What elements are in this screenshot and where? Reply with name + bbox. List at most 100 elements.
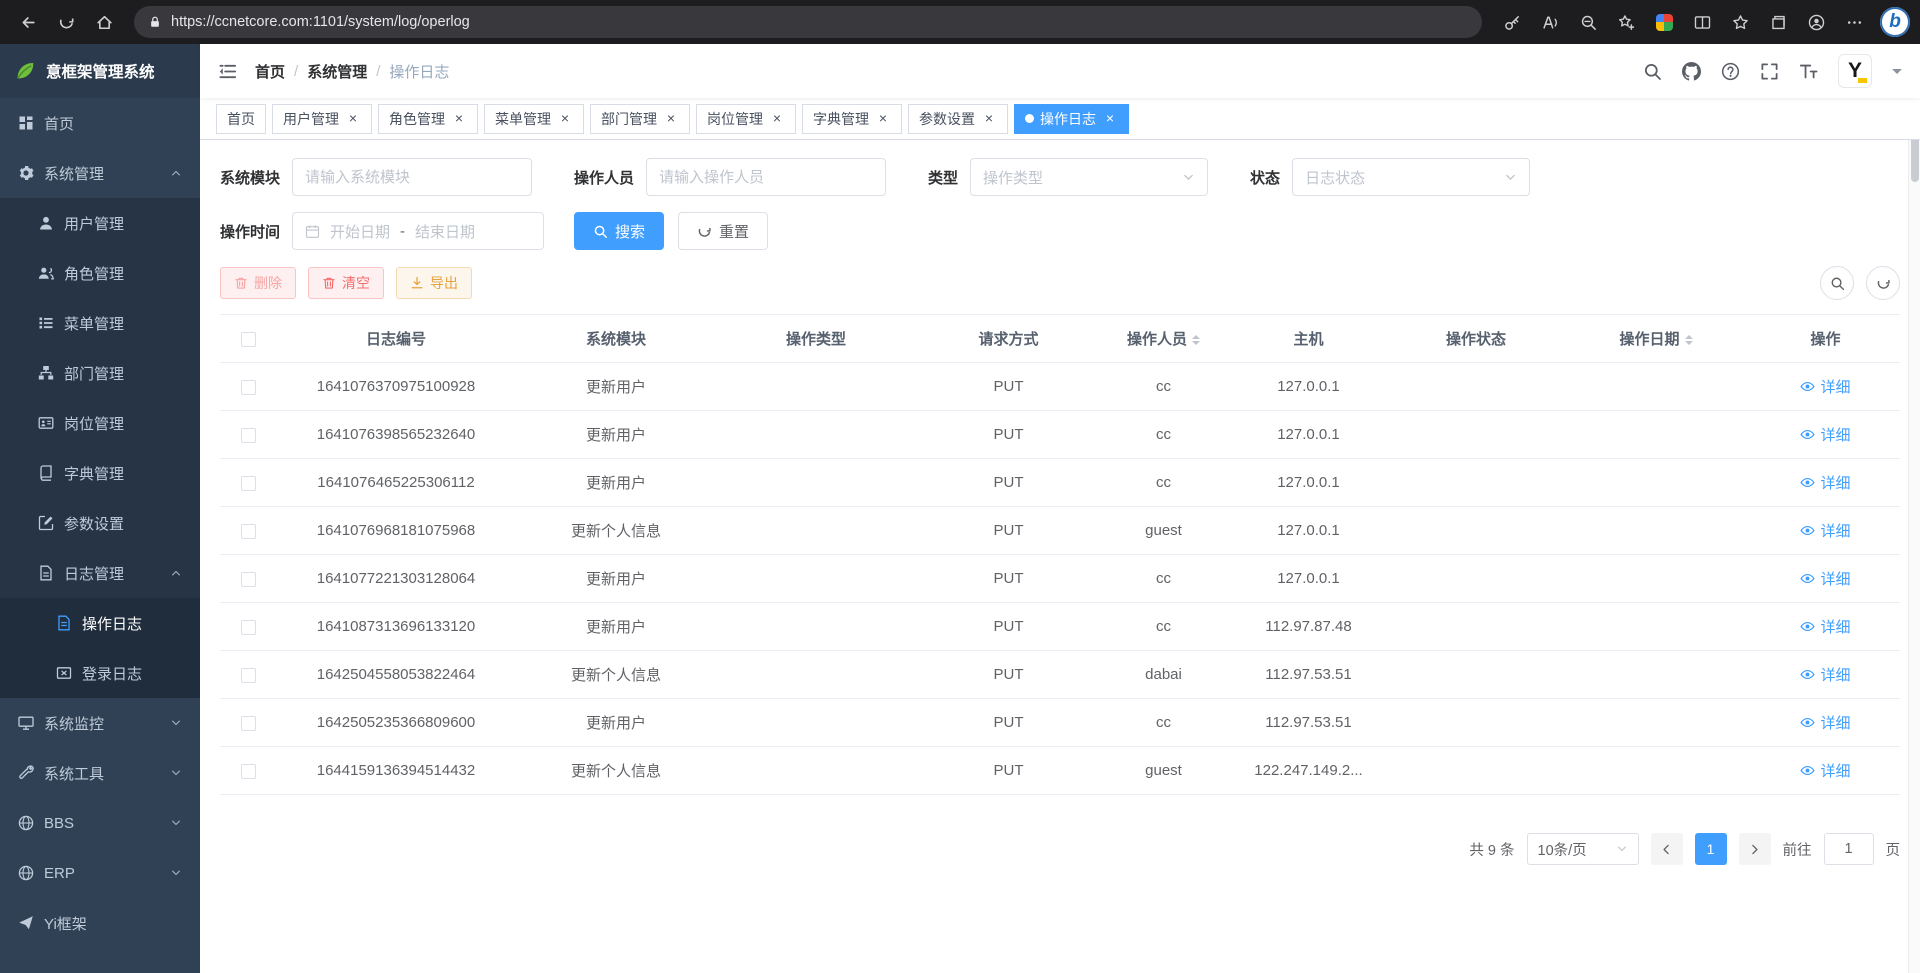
detail-link[interactable]: 详细	[1800, 472, 1850, 493]
tab-post-mgmt[interactable]: 岗位管理×	[696, 104, 796, 134]
row-checkbox[interactable]	[241, 620, 256, 635]
search-button[interactable]: 搜索	[574, 212, 664, 250]
detail-link[interactable]: 详细	[1800, 664, 1850, 685]
user-menu-caret-icon[interactable]	[1892, 69, 1902, 79]
browser-home-button[interactable]	[86, 4, 122, 40]
sort-icon[interactable]	[1685, 331, 1693, 349]
help-icon[interactable]	[1721, 62, 1740, 81]
date-range-picker[interactable]: 开始日期 - 结束日期	[292, 212, 544, 250]
detail-link[interactable]: 详细	[1800, 520, 1850, 541]
toggle-search-button[interactable]	[1820, 266, 1854, 300]
detail-link[interactable]: 详细	[1800, 616, 1850, 637]
row-checkbox[interactable]	[241, 476, 256, 491]
tab-role-mgmt[interactable]: 角色管理×	[378, 104, 478, 134]
detail-link[interactable]: 详细	[1800, 568, 1850, 589]
split-screen-icon[interactable]	[1684, 4, 1720, 40]
read-aloud-icon[interactable]	[1532, 4, 1568, 40]
page-number-button[interactable]: 1	[1695, 833, 1727, 865]
detail-link[interactable]: 详细	[1800, 424, 1850, 445]
search-icon[interactable]	[1643, 62, 1662, 81]
collections-icon[interactable]	[1760, 4, 1796, 40]
row-checkbox[interactable]	[241, 524, 256, 539]
tab-close-icon[interactable]: ×	[1102, 111, 1118, 127]
user-avatar[interactable]: Y	[1838, 54, 1872, 88]
detail-link[interactable]: 详细	[1800, 760, 1850, 781]
tab-close-icon[interactable]: ×	[663, 111, 679, 127]
column-header[interactable]: 操作日期	[1561, 315, 1751, 363]
sidebar-item-user-mgmt[interactable]: 用户管理	[0, 198, 200, 248]
type-select[interactable]: 操作类型	[970, 158, 1208, 196]
sidebar-item-erp[interactable]: ERP	[0, 848, 200, 898]
tab-close-icon[interactable]: ×	[557, 111, 573, 127]
sidebar-item-yi-framework[interactable]: Yi框架	[0, 898, 200, 948]
sidebar-item-oper-log[interactable]: 操作日志	[0, 598, 200, 648]
sidebar-item-menu-mgmt[interactable]: 菜单管理	[0, 298, 200, 348]
tab-menu-mgmt[interactable]: 菜单管理×	[484, 104, 584, 134]
tab-home[interactable]: 首页	[216, 104, 266, 134]
row-checkbox[interactable]	[241, 428, 256, 443]
bing-chat-icon[interactable]: b	[1880, 7, 1910, 37]
tab-oper-log[interactable]: 操作日志×	[1014, 104, 1129, 134]
sidebar-toggle-icon[interactable]	[218, 62, 237, 81]
password-key-icon[interactable]	[1494, 4, 1530, 40]
operator-input[interactable]	[646, 158, 886, 196]
sidebar-item-post-mgmt[interactable]: 岗位管理	[0, 398, 200, 448]
status-select[interactable]: 日志状态	[1292, 158, 1530, 196]
tab-close-icon[interactable]: ×	[981, 111, 997, 127]
page-size-select[interactable]: 10条/页	[1527, 833, 1639, 865]
sidebar-item-home[interactable]: 首页	[0, 98, 200, 148]
refresh-table-button[interactable]	[1866, 266, 1900, 300]
tab-close-icon[interactable]: ×	[451, 111, 467, 127]
zoom-out-icon[interactable]	[1570, 4, 1606, 40]
column-header[interactable]: 操作人员	[1101, 315, 1226, 363]
sort-icon[interactable]	[1192, 331, 1200, 349]
sidebar-item-role-mgmt[interactable]: 角色管理	[0, 248, 200, 298]
fullscreen-icon[interactable]	[1760, 62, 1779, 81]
tab-close-icon[interactable]: ×	[769, 111, 785, 127]
breadcrumb-item[interactable]: 系统管理	[307, 61, 367, 82]
export-button[interactable]: 导出	[396, 267, 472, 299]
sidebar-item-dict-mgmt[interactable]: 字典管理	[0, 448, 200, 498]
sidebar-item-bbs[interactable]: BBS	[0, 798, 200, 848]
sidebar-item-dept-mgmt[interactable]: 部门管理	[0, 348, 200, 398]
extension-icon[interactable]	[1646, 4, 1682, 40]
clear-button[interactable]: 清空	[308, 267, 384, 299]
browser-back-button[interactable]	[10, 4, 46, 40]
sidebar-item-param-settings[interactable]: 参数设置	[0, 498, 200, 548]
select-all-checkbox[interactable]	[241, 332, 256, 347]
detail-link[interactable]: 详细	[1800, 376, 1850, 397]
goto-page-input[interactable]	[1824, 833, 1874, 865]
module-input[interactable]	[292, 158, 532, 196]
sidebar-item-system-tools[interactable]: 系统工具	[0, 748, 200, 798]
browser-refresh-button[interactable]	[48, 4, 84, 40]
tab-dept-mgmt[interactable]: 部门管理×	[590, 104, 690, 134]
delete-button[interactable]: 删除	[220, 267, 296, 299]
tab-close-icon[interactable]: ×	[875, 111, 891, 127]
page-scrollbar[interactable]	[1908, 44, 1920, 973]
detail-link[interactable]: 详细	[1800, 712, 1850, 733]
sidebar-item-system-mgmt[interactable]: 系统管理	[0, 148, 200, 198]
prev-page-button[interactable]	[1651, 833, 1683, 865]
favorites-icon[interactable]	[1722, 4, 1758, 40]
row-checkbox[interactable]	[241, 380, 256, 395]
breadcrumb-item[interactable]: 首页	[255, 61, 285, 82]
reset-button[interactable]: 重置	[678, 212, 768, 250]
tab-param-settings[interactable]: 参数设置×	[908, 104, 1008, 134]
row-checkbox[interactable]	[241, 572, 256, 587]
tab-dict-mgmt[interactable]: 字典管理×	[802, 104, 902, 134]
browser-profile-icon[interactable]	[1798, 4, 1834, 40]
sidebar-item-system-monitor[interactable]: 系统监控	[0, 698, 200, 748]
github-icon[interactable]	[1682, 62, 1701, 81]
font-size-icon[interactable]	[1799, 62, 1818, 81]
next-page-button[interactable]	[1739, 833, 1771, 865]
address-bar[interactable]: https://ccnetcore.com:1101/system/log/op…	[134, 6, 1482, 38]
add-favorite-icon[interactable]	[1608, 4, 1644, 40]
row-checkbox[interactable]	[241, 716, 256, 731]
app-logo[interactable]: 意框架管理系统	[0, 44, 200, 98]
tab-close-icon[interactable]: ×	[345, 111, 361, 127]
sidebar-item-login-log[interactable]: 登录日志	[0, 648, 200, 698]
row-checkbox[interactable]	[241, 764, 256, 779]
browser-more-icon[interactable]	[1836, 4, 1872, 40]
tab-user-mgmt[interactable]: 用户管理×	[272, 104, 372, 134]
row-checkbox[interactable]	[241, 668, 256, 683]
